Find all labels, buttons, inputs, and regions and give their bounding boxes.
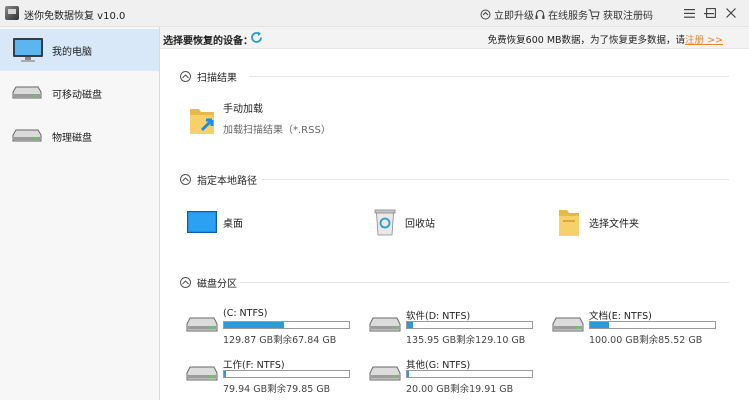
collapse-icon[interactable] (180, 71, 191, 82)
device-sidebar: 我的电脑 可移动磁盘 物理磁盘 (0, 27, 160, 400)
partition-d[interactable]: 软件(D: NTFS) 135.95 GB剩余129.10 GB (369, 308, 539, 346)
monitor-icon (13, 38, 43, 62)
online-service-link[interactable]: 在线服务 (535, 7, 588, 22)
partition-f[interactable]: 工作(F: NTFS) 79.94 GB剩余79.85 GB (186, 357, 356, 395)
maximize-button[interactable] (698, 2, 724, 24)
section-divider (238, 282, 729, 283)
upgrade-label: 立即升级 (494, 11, 534, 22)
section-local-path[interactable]: 指定本地路径 (180, 172, 257, 187)
partition-size: 100.00 GB剩余85.52 GB (589, 335, 703, 346)
sidebar-item-my-computer[interactable]: 我的电脑 (0, 29, 159, 71)
title-bar: 迷你免数据恢复 v10.0 立即升级 在线服务 获取注册码 (0, 0, 749, 27)
manual-load-label: 手动加载 (223, 104, 263, 115)
device-header: 选择要恢复的设备： 免费恢复600 MB数据，为了恢复更多数据，请注册 >> (160, 27, 749, 49)
sidebar-item-label: 可移动磁盘 (52, 89, 102, 101)
partition-c[interactable]: (C: NTFS) 129.87 GB剩余67.84 GB (186, 308, 356, 346)
manual-load-description: 加载扫描结果（*.RSS） (223, 125, 331, 136)
section-divider (249, 76, 729, 77)
partition-name: 软件(D: NTFS) (406, 311, 471, 322)
partition-name: 文档(E: NTFS) (589, 311, 652, 322)
cart-icon (588, 9, 600, 20)
folder-load-icon (190, 109, 214, 134)
usage-fill (407, 371, 409, 377)
partition-size: 20.00 GB剩余19.91 GB (406, 384, 514, 395)
partition-name: (C: NTFS) (223, 308, 268, 319)
online-service-label: 在线服务 (548, 11, 588, 22)
get-register-code-link[interactable]: 获取注册码 (588, 7, 653, 22)
free-quota-notice: 免费恢复600 MB数据，为了恢复更多数据，请注册 >> (488, 32, 723, 46)
hard-drive-icon (552, 317, 584, 332)
upgrade-icon (480, 9, 491, 20)
select-device-label: 选择要恢复的设备： (163, 36, 253, 47)
choose-folder-label: 选择文件夹 (589, 218, 639, 230)
hard-drive-icon (186, 317, 218, 332)
section-scan-results[interactable]: 扫描结果 (180, 69, 237, 84)
menu-icon (683, 8, 695, 18)
close-icon (726, 8, 736, 18)
usage-bar (589, 321, 716, 329)
usage-fill (590, 322, 609, 328)
sidebar-item-removable-disk[interactable]: 可移动磁盘 (0, 72, 159, 114)
partition-name: 工作(F: NTFS) (223, 360, 285, 371)
desktop-label: 桌面 (223, 218, 243, 230)
partition-e[interactable]: 文档(E: NTFS) 100.00 GB剩余85.52 GB (552, 308, 722, 346)
get-register-code-label: 获取注册码 (603, 11, 653, 22)
app-logo-icon (5, 6, 19, 20)
desktop-item[interactable]: 桌面 (187, 211, 243, 233)
partition-g[interactable]: 其他(G: NTFS) 20.00 GB剩余19.91 GB (369, 357, 539, 395)
collapse-icon[interactable] (180, 174, 191, 185)
usage-fill (224, 322, 284, 328)
register-link[interactable]: 注册 >> (685, 35, 723, 46)
headset-icon (535, 9, 545, 19)
section-title-label: 指定本地路径 (197, 176, 257, 187)
physical-disk-icon (12, 129, 42, 142)
sidebar-item-label: 我的电脑 (52, 46, 92, 58)
partition-size: 135.95 GB剩余129.10 GB (406, 335, 526, 346)
partition-size: 79.94 GB剩余79.85 GB (223, 384, 331, 395)
usage-bar (223, 321, 350, 329)
upgrade-link[interactable]: 立即升级 (480, 7, 534, 22)
removable-disk-icon (12, 86, 42, 99)
app-title: 迷你免数据恢复 v10.0 (24, 11, 126, 22)
maximize-icon (706, 8, 716, 18)
refresh-icon[interactable] (249, 30, 264, 45)
section-divider (262, 179, 729, 180)
folder-icon (559, 210, 579, 236)
partition-name: 其他(G: NTFS) (406, 360, 471, 371)
usage-fill (224, 371, 226, 377)
usage-bar (406, 370, 533, 378)
section-title-label: 扫描结果 (197, 73, 237, 84)
recycle-bin-item[interactable]: 回收站 (373, 207, 435, 237)
hard-drive-icon (369, 317, 401, 332)
choose-folder-item[interactable]: 选择文件夹 (558, 207, 639, 237)
section-title-label: 磁盘分区 (197, 279, 237, 290)
sidebar-item-physical-disk[interactable]: 物理磁盘 (0, 115, 159, 157)
section-partitions[interactable]: 磁盘分区 (180, 275, 237, 290)
sidebar-item-label: 物理磁盘 (52, 132, 92, 144)
hard-drive-icon (369, 366, 401, 381)
usage-fill (407, 322, 414, 328)
collapse-icon[interactable] (180, 277, 191, 288)
usage-bar (223, 370, 350, 378)
recycle-bin-icon (374, 209, 396, 236)
manual-load-item[interactable]: 手动加载 加载扫描结果（*.RSS） (188, 102, 331, 138)
partition-size: 129.87 GB剩余67.84 GB (223, 335, 337, 346)
free-quota-text: 免费恢复600 MB数据，为了恢复更多数据，请 (487, 35, 686, 46)
usage-bar (406, 321, 533, 329)
desktop-icon (187, 211, 217, 233)
hard-drive-icon (186, 366, 218, 381)
recycle-bin-label: 回收站 (405, 218, 435, 230)
